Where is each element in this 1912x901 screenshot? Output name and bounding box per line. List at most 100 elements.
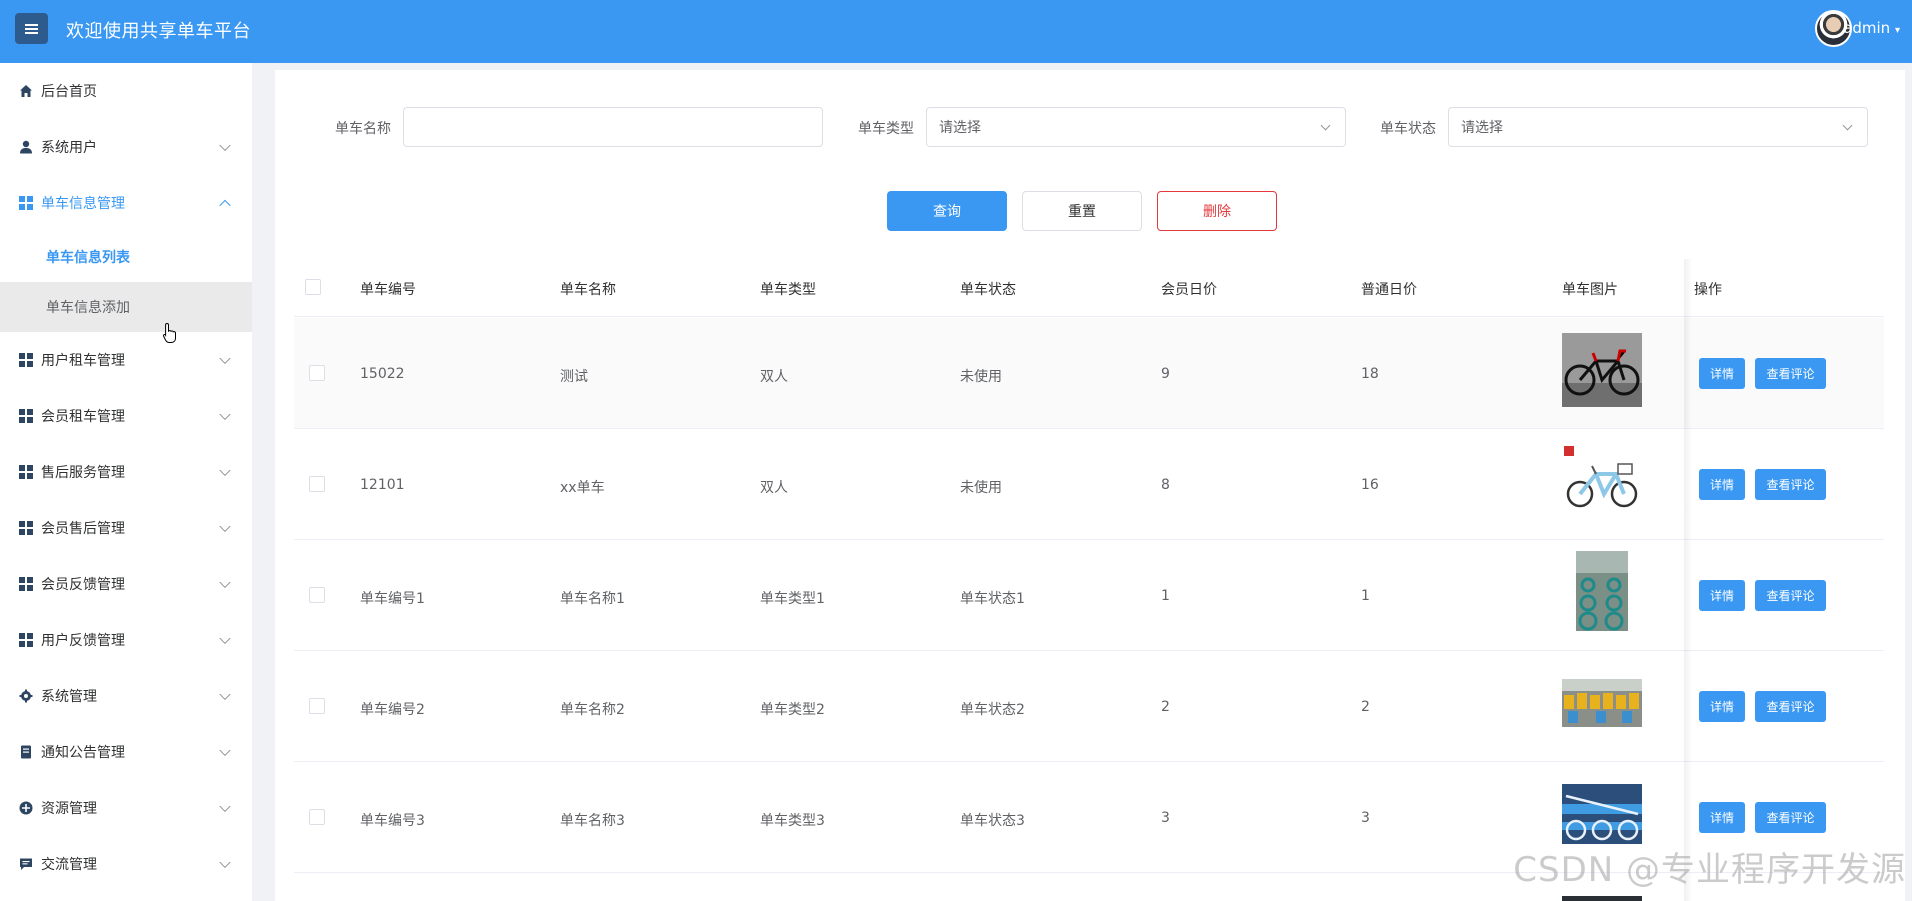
view-comments-button[interactable]: 查看评论	[1755, 580, 1826, 611]
cell-price: 18	[1361, 366, 1379, 382]
sidebar-item-label: 单车信息管理	[41, 196, 125, 212]
username: admin	[1843, 19, 1891, 37]
table-row[interactable]: 单车编号2 单车名称2 单车类型2 单车状态2 2 2 详情 查看评论	[294, 651, 1884, 762]
mouse-cursor-icon	[162, 322, 176, 343]
bike-type-select[interactable]: 请选择	[926, 107, 1346, 147]
detail-button[interactable]: 详情	[1699, 469, 1745, 500]
chevron-down-icon: ▾	[1894, 25, 1900, 36]
bike-type-select-value: 请选择	[939, 120, 981, 136]
chevron-down-icon	[219, 632, 231, 645]
chevron-down-icon	[219, 800, 231, 813]
sidebar-item-resources[interactable]: 资源管理	[0, 780, 252, 836]
query-button[interactable]: 查询	[887, 191, 1007, 231]
cell-bike-name: 测试	[560, 369, 588, 385]
bike-thumbnail	[1562, 444, 1642, 514]
column-header: 会员日价	[1161, 282, 1217, 298]
detail-button[interactable]: 详情	[1699, 802, 1745, 833]
grid-icon	[19, 353, 33, 367]
resource-icon	[19, 801, 33, 815]
sidebar-item-home[interactable]: 后台首页	[0, 63, 252, 119]
sidebar-item-member-after-sales[interactable]: 会员售后管理	[0, 500, 252, 556]
bike-name-input[interactable]	[403, 107, 823, 147]
cell-bike-type: 单车类型1	[760, 591, 825, 607]
row-checkbox[interactable]	[309, 476, 325, 492]
sidebar-item-communication[interactable]: 交流管理	[0, 836, 252, 892]
cell-price: 16	[1361, 477, 1379, 493]
view-comments-button[interactable]: 查看评论	[1755, 802, 1826, 833]
row-checkbox[interactable]	[309, 587, 325, 603]
cell-member-price: 1	[1161, 588, 1170, 604]
bike-status-label: 单车状态	[1380, 121, 1436, 137]
cell-member-price: 9	[1161, 366, 1170, 382]
chat-icon	[19, 857, 33, 871]
cell-bike-status: 未使用	[960, 369, 1002, 385]
sidebar-item-bike-info[interactable]: 单车信息管理	[0, 175, 252, 231]
view-comments-button[interactable]: 查看评论	[1755, 469, 1826, 500]
cell-bike-id: 单车编号2	[360, 702, 425, 718]
sidebar-item-member-feedback[interactable]: 会员反馈管理	[0, 556, 252, 612]
sidebar-item-user-feedback[interactable]: 用户反馈管理	[0, 612, 252, 668]
bike-status-select[interactable]: 请选择	[1448, 107, 1868, 147]
bike-status-select-value: 请选择	[1461, 120, 1503, 136]
sidebar-item-label: 会员反馈管理	[41, 577, 125, 593]
sidebar-item-label: 后台首页	[41, 84, 97, 100]
top-header: 欢迎使用共享单车平台 admin ▾	[0, 0, 1912, 63]
sidebar-item-label: 交流管理	[41, 857, 97, 873]
chevron-down-icon	[219, 688, 231, 701]
cell-price: 3	[1361, 810, 1370, 826]
column-header: 普通日价	[1361, 282, 1417, 298]
row-checkbox[interactable]	[309, 365, 325, 381]
sidebar-subitem-bike-list[interactable]: 单车信息列表	[0, 232, 252, 282]
bike-thumbnail	[1562, 679, 1642, 727]
table-header: 单车编号 单车名称 单车类型 单车状态 会员日价 普通日价 单车图片 操作	[294, 259, 1884, 317]
sidebar-subitem-bike-add[interactable]: 单车信息添加	[0, 282, 252, 332]
bike-name-label: 单车名称	[335, 121, 391, 137]
view-comments-button[interactable]: 查看评论	[1755, 358, 1826, 389]
detail-button[interactable]: 详情	[1699, 691, 1745, 722]
cell-bike-name: 单车名称2	[560, 702, 625, 718]
hamburger-icon	[25, 27, 38, 30]
cell-bike-id: 单车编号1	[360, 591, 425, 607]
chevron-down-icon	[1842, 120, 1853, 131]
user-menu[interactable]: admin ▾	[1843, 19, 1900, 37]
reset-button[interactable]: 重置	[1022, 191, 1142, 231]
sidebar-subitem-label: 单车信息添加	[46, 300, 130, 316]
select-all-checkbox[interactable]	[305, 279, 321, 295]
cell-bike-status: 未使用	[960, 480, 1002, 496]
sidebar-item-system-users[interactable]: 系统用户	[0, 119, 252, 175]
cell-bike-name: 单车名称1	[560, 591, 625, 607]
sidebar-item-label: 会员租车管理	[41, 409, 125, 425]
cell-bike-id: 12101	[360, 477, 405, 493]
grid-icon	[19, 633, 33, 647]
sidebar-item-label: 资源管理	[41, 801, 97, 817]
fixed-column-shadow	[1684, 259, 1692, 901]
column-header: 单车图片	[1562, 282, 1618, 298]
cell-bike-status: 单车状态1	[960, 591, 1025, 607]
detail-button[interactable]: 详情	[1699, 358, 1745, 389]
sidebar-item-system-admin[interactable]: 系统管理	[0, 668, 252, 724]
delete-button[interactable]: 删除	[1157, 191, 1277, 231]
cell-bike-status: 单车状态3	[960, 813, 1025, 829]
sidebar-item-notice[interactable]: 通知公告管理	[0, 724, 252, 780]
column-header: 操作	[1694, 282, 1722, 298]
view-comments-button[interactable]: 查看评论	[1755, 691, 1826, 722]
chevron-down-icon	[219, 856, 231, 869]
grid-icon	[19, 465, 33, 479]
cell-bike-id: 单车编号3	[360, 813, 425, 829]
menu-toggle-button[interactable]	[15, 13, 48, 44]
table-row[interactable]: 15022 测试 双人 未使用 9 18 详情 查看评论	[294, 318, 1884, 429]
sidebar-item-member-rental[interactable]: 会员租车管理	[0, 388, 252, 444]
notice-icon	[19, 745, 33, 759]
row-checkbox[interactable]	[309, 698, 325, 714]
sidebar-item-after-sales[interactable]: 售后服务管理	[0, 444, 252, 500]
table-row[interactable]: 12101 xx单车 双人 未使用 8 16 详情 查看评论	[294, 429, 1884, 540]
cell-bike-name: 单车名称3	[560, 813, 625, 829]
table-row[interactable]: 单车编号1 单车名称1 单车类型1 单车状态1 1 1 详情 查看评论	[294, 540, 1884, 651]
row-checkbox[interactable]	[309, 809, 325, 825]
bike-thumbnail	[1562, 333, 1642, 407]
sidebar-item-label: 用户反馈管理	[41, 633, 125, 649]
detail-button[interactable]: 详情	[1699, 580, 1745, 611]
chevron-down-icon	[219, 408, 231, 421]
sidebar-item-user-rental[interactable]: 用户租车管理	[0, 332, 252, 388]
sidebar-item-label: 系统管理	[41, 689, 97, 705]
